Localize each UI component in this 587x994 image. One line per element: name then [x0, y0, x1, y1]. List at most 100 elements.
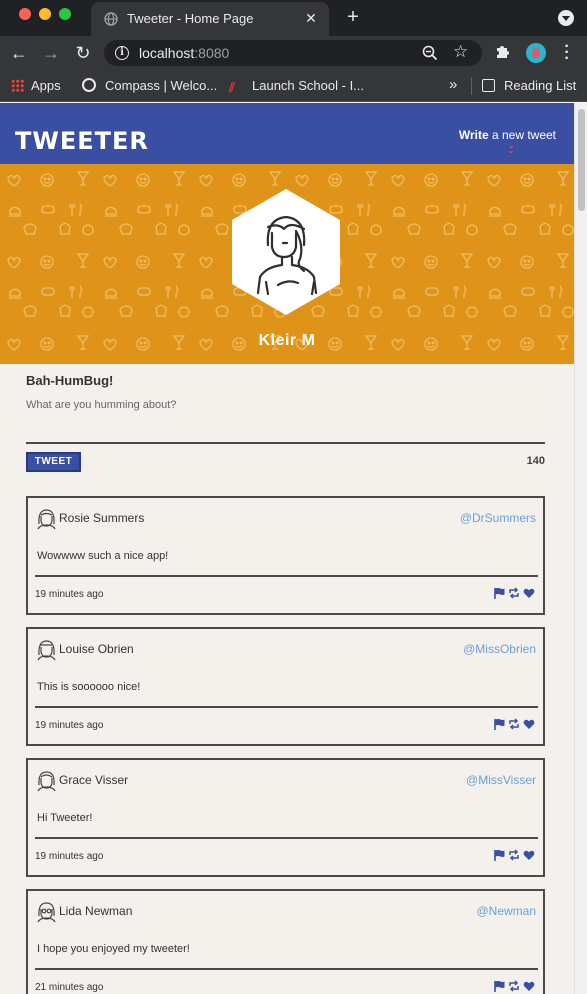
write-new-tweet-link[interactable]: Write a new tweet	[459, 128, 556, 142]
tweet-card: Lida Newman @Newman I hope you enjoyed m…	[26, 889, 545, 994]
bookmark-apps[interactable]: Apps	[11, 78, 61, 94]
profile-banner: Kleir M	[0, 164, 574, 364]
tweet-timestamp: 19 minutes ago	[35, 589, 104, 600]
forward-arrow-icon[interactable]: →	[40, 42, 62, 64]
tweet-actions	[493, 718, 537, 731]
bookmarks-divider	[471, 77, 472, 95]
tweet-text: This is soooooo nice!	[37, 681, 141, 693]
tweet-divider	[35, 968, 538, 970]
url-port: :8080	[194, 45, 230, 61]
bookmark-launch-school[interactable]: ⫽ Launch School - I...	[229, 78, 365, 95]
bookmark-compass-label: Compass | Welco...	[105, 78, 218, 93]
tweet-actions	[493, 849, 537, 862]
composer-divider	[26, 442, 545, 444]
heart-icon[interactable]	[523, 849, 535, 861]
window-minimize-button[interactable]	[39, 8, 51, 20]
tweet-button[interactable]: TWEET	[26, 452, 81, 472]
write-bold: Write	[458, 128, 489, 142]
tweet-author-name: Louise Obrien	[59, 642, 134, 656]
url-host: localhost	[139, 45, 195, 61]
heart-icon[interactable]	[523, 587, 535, 599]
tweet-author-handle[interactable]: @Newman	[476, 904, 536, 918]
new-tab-button[interactable]: +	[342, 6, 364, 28]
page-scrollbar[interactable]	[574, 103, 587, 994]
heart-icon[interactable]	[523, 980, 535, 992]
tab-title: Tweeter - Home Page	[127, 11, 254, 26]
tweet-card: Louise Obrien @MissObrien This is sooooo…	[26, 627, 545, 746]
tweet-author-handle[interactable]: @MissVisser	[466, 773, 536, 787]
tweet-text: Hi Tweeter!	[37, 812, 93, 824]
tweet-divider	[35, 575, 538, 577]
user-avatar-icon	[37, 509, 56, 530]
window-close-button[interactable]	[19, 8, 31, 20]
composer-title: Bah-HumBug!	[26, 373, 114, 388]
retweet-icon[interactable]	[508, 718, 520, 730]
tweet-card: Rosie Summers @DrSummers Wowwww such a n…	[26, 496, 545, 615]
scrollbar-thumb[interactable]	[578, 109, 585, 211]
site-info-icon[interactable]: i	[115, 46, 129, 60]
tweet-timestamp: 21 minutes ago	[35, 982, 104, 993]
address-bar[interactable]: i localhost:8080 ☆	[104, 40, 482, 66]
back-arrow-icon[interactable]: ←	[8, 42, 30, 64]
browser-tab[interactable]: Tweeter - Home Page ✕	[91, 2, 329, 36]
user-avatar-icon	[37, 902, 56, 923]
tweet-author-name: Grace Visser	[59, 773, 129, 787]
reading-list-icon	[482, 79, 495, 92]
zoom-out-icon[interactable]	[422, 45, 438, 61]
page-viewport: TWEETER Write a new tweet ⌄ ⌄ Kleir M Ba…	[0, 103, 587, 994]
extensions-puzzle-icon[interactable]	[494, 42, 512, 60]
tweet-author-handle[interactable]: @MissObrien	[463, 642, 536, 656]
browser-menu-icon[interactable]: · · ·	[560, 39, 574, 67]
flag-icon[interactable]	[493, 718, 505, 730]
tab-search-button[interactable]	[558, 10, 574, 26]
tweet-timestamp: 19 minutes ago	[35, 851, 104, 862]
user-avatar-icon	[37, 771, 56, 792]
url-text: localhost:8080	[139, 45, 229, 61]
user-avatar-icon	[37, 640, 56, 661]
retweet-icon[interactable]	[508, 849, 520, 861]
heart-icon[interactable]	[523, 718, 535, 730]
reading-list-button[interactable]: Reading List	[482, 78, 576, 94]
write-rest: a new tweet	[488, 128, 556, 142]
tweet-text-input[interactable]: What are you humming about?	[26, 399, 176, 411]
profile-avatar-hexagon	[232, 189, 340, 315]
tweet-divider	[35, 837, 538, 839]
profile-avatar[interactable]	[526, 43, 546, 63]
window-zoom-button[interactable]	[59, 8, 71, 20]
tweet-author-handle[interactable]: @DrSummers	[460, 511, 536, 525]
bookmarks-overflow-chevron-icon[interactable]: »	[449, 76, 457, 93]
bookmark-launch-label: Launch School - I...	[252, 78, 365, 93]
flag-icon[interactable]	[493, 980, 505, 992]
flag-icon[interactable]	[493, 587, 505, 599]
bookmark-apps-label: Apps	[31, 78, 61, 93]
tweet-card: Grace Visser @MissVisser Hi Tweeter! 19 …	[26, 758, 545, 877]
bookmark-star-icon[interactable]: ☆	[453, 43, 468, 61]
flag-icon[interactable]	[493, 849, 505, 861]
reload-icon[interactable]: ↻	[72, 42, 94, 64]
tab-close-icon[interactable]: ✕	[303, 10, 319, 26]
double-chevron-down-icon[interactable]: ⌄ ⌄	[506, 142, 516, 155]
retweet-icon[interactable]	[508, 587, 520, 599]
retweet-icon[interactable]	[508, 980, 520, 992]
site-header: TWEETER Write a new tweet ⌄ ⌄	[0, 103, 574, 164]
bookmark-compass[interactable]: Compass | Welco...	[82, 78, 217, 94]
browser-tab-strip: Tweeter - Home Page ✕ +	[0, 0, 587, 36]
globe-icon	[104, 12, 118, 26]
apps-grid-icon	[11, 79, 24, 92]
profile-name: Kleir M	[258, 332, 316, 349]
tweet-author-name: Lida Newman	[59, 904, 133, 918]
character-counter: 140	[526, 455, 545, 467]
launch-school-icon: ⫽	[229, 80, 235, 95]
bookmarks-bar: Apps Compass | Welco... ⫽ Launch School -…	[0, 70, 587, 102]
tweet-author-name: Rosie Summers	[59, 511, 145, 525]
site-logo[interactable]: TWEETER	[15, 127, 149, 155]
compass-icon	[82, 78, 96, 92]
tweet-divider	[35, 706, 538, 708]
tweet-text: I hope you enjoyed my tweeter!	[37, 943, 190, 955]
tweet-text: Wowwww such a nice app!	[37, 550, 169, 562]
browser-toolbar: ← → ↻ i localhost:8080 ☆ · · ·	[0, 36, 587, 70]
reading-list-label: Reading List	[504, 78, 577, 93]
tweet-actions	[493, 980, 537, 993]
tweet-timestamp: 19 minutes ago	[35, 720, 104, 731]
tweet-actions	[493, 587, 537, 600]
